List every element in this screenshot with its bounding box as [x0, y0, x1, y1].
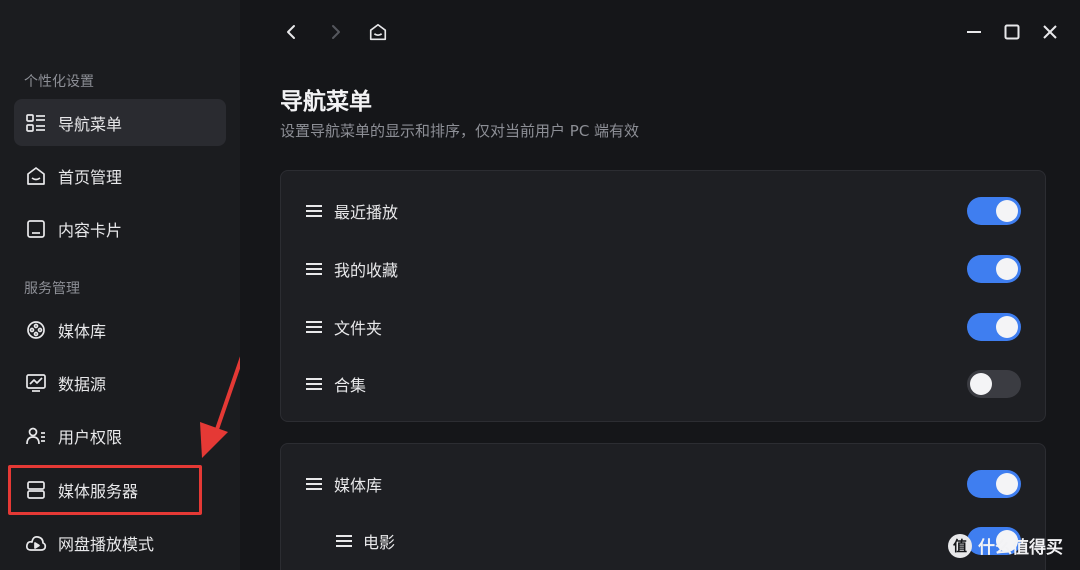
drag-handle-icon[interactable] [304, 474, 324, 494]
toggle-media-library[interactable] [967, 470, 1021, 498]
page-title: 导航菜单 [280, 89, 372, 115]
toggle-knob [970, 373, 992, 395]
section-title-service: 服务管理 [24, 281, 80, 297]
drag-handle-icon[interactable] [304, 317, 324, 337]
list-item: 媒体库 [281, 464, 1045, 504]
main-content: 导航菜单 设置导航菜单的显示和排序，仅对当前用户 PC 端有效 最近播放 我的收… [240, 0, 1080, 570]
card-icon [24, 217, 48, 241]
toggle-knob [996, 316, 1018, 338]
drag-handle-icon[interactable] [304, 374, 324, 394]
back-button[interactable] [278, 18, 306, 46]
sidebar-item-label: 导航菜单 [58, 114, 123, 134]
sidebar-item-nav-menu[interactable]: 导航菜单 [14, 99, 226, 146]
media-reel-icon [24, 318, 48, 342]
maximize-icon [1004, 24, 1020, 40]
menu-item-label: 我的收藏 [334, 261, 399, 280]
sidebar-item-label: 首页管理 [58, 167, 123, 187]
cloud-play-icon [24, 531, 48, 555]
minimize-icon [967, 31, 981, 33]
server-icon [24, 478, 48, 502]
home-button[interactable] [364, 18, 392, 46]
toggle-knob [996, 258, 1018, 280]
sidebar-item-label: 媒体库 [58, 321, 107, 341]
sidebar-item-label: 网盘播放模式 [58, 534, 155, 554]
chevron-right-icon [332, 25, 340, 39]
close-button[interactable] [1036, 18, 1064, 46]
menu-item-label: 电影 [363, 533, 396, 552]
watermark-text: 什么值得买 [978, 538, 1063, 558]
users-icon [24, 424, 48, 448]
list-item: 合集 [281, 364, 1045, 404]
menu-item-label: 文件夹 [334, 319, 383, 338]
toggle-favorites[interactable] [967, 255, 1021, 283]
list-item: 电影 [281, 521, 1045, 561]
toggle-folder[interactable] [967, 313, 1021, 341]
drag-handle-icon[interactable] [304, 201, 324, 221]
sidebar-item-data-source[interactable]: 数据源 [14, 359, 226, 406]
menu-item-label: 最近播放 [334, 203, 399, 222]
watermark: 值 什么值得买 [948, 533, 1063, 558]
home-icon [24, 164, 48, 188]
toggle-collection[interactable] [967, 370, 1021, 398]
sidebar-item-media-server[interactable]: 媒体服务器 [14, 466, 226, 513]
sidebar-item-content-card[interactable]: 内容卡片 [14, 205, 226, 252]
drag-handle-icon[interactable] [304, 259, 324, 279]
forward-button[interactable] [321, 18, 349, 46]
monitor-chart-icon [24, 371, 48, 395]
sidebar-item-label: 内容卡片 [58, 220, 123, 240]
menu-item-label: 合集 [334, 376, 367, 395]
sidebar: 个性化设置 导航菜单 首页管理 内容卡片 服务管理 媒体库 数据源 用户权限 媒… [0, 0, 240, 570]
sidebar-item-home-management[interactable]: 首页管理 [14, 152, 226, 199]
toggle-recent-play[interactable] [967, 197, 1021, 225]
sidebar-item-cloud-play-mode[interactable]: 网盘播放模式 [14, 519, 226, 566]
list-item: 文件夹 [281, 307, 1045, 347]
maximize-button[interactable] [998, 18, 1026, 46]
toggle-knob [996, 200, 1018, 222]
watermark-logo-icon: 值 [948, 533, 972, 558]
sidebar-item-label: 用户权限 [58, 427, 123, 447]
nav-menu-card-basic: 最近播放 我的收藏 文件夹 合集 [280, 170, 1046, 422]
nav-menu-card-media: 媒体库 电影 [280, 443, 1046, 570]
menu-item-label: 媒体库 [334, 476, 383, 495]
home-icon [369, 23, 387, 41]
close-icon [1043, 25, 1057, 39]
list-item: 我的收藏 [281, 249, 1045, 289]
minimize-button[interactable] [960, 18, 988, 46]
list-item: 最近播放 [281, 191, 1045, 231]
sidebar-item-media-library[interactable]: 媒体库 [14, 306, 226, 353]
toggle-knob [996, 473, 1018, 495]
sidebar-item-label: 数据源 [58, 374, 107, 394]
page-subtitle: 设置导航菜单的显示和排序，仅对当前用户 PC 端有效 [280, 122, 640, 140]
chevron-left-icon [287, 25, 295, 39]
sidebar-item-user-permissions[interactable]: 用户权限 [14, 412, 226, 459]
section-title-personal: 个性化设置 [24, 74, 94, 90]
drag-handle-icon[interactable] [334, 531, 354, 551]
list-layout-icon [24, 111, 48, 135]
sidebar-item-label: 媒体服务器 [58, 481, 139, 501]
